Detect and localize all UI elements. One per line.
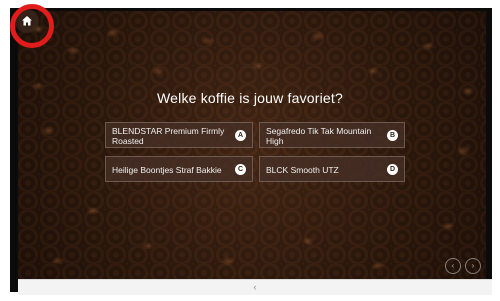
answer-option-b[interactable]: Segafredo Tik Tak Mountain High B — [259, 122, 405, 148]
answer-label: Segafredo Tik Tak Mountain High — [266, 126, 372, 146]
answer-letter-badge: D — [387, 164, 398, 175]
answer-option-a[interactable]: BLENDSTAR Premium Firmly Roasted A — [105, 122, 253, 148]
question-title: Welke koffie is jouw favoriet? — [156, 90, 343, 106]
answer-option-c[interactable]: Heilige Boontjes Straf Bakkie C — [105, 156, 253, 182]
quiz-frame: Welke koffie is jouw favoriet? BLENDSTAR… — [0, 0, 500, 301]
previous-arrow-button[interactable]: ‹ — [445, 258, 461, 274]
answer-letter-badge: A — [235, 130, 246, 141]
answer-letter-badge: B — [387, 130, 398, 141]
next-arrow-button[interactable]: › — [465, 258, 481, 274]
coffee-beans-background — [18, 11, 486, 285]
answer-label: Heilige Boontjes Straf Bakkie — [112, 165, 222, 175]
answer-label: BLCK Smooth UTZ — [266, 165, 339, 175]
answer-label: BLENDSTAR Premium Firmly Roasted — [112, 126, 225, 146]
annotation-highlight-circle — [10, 4, 54, 48]
answer-option-d[interactable]: BLCK Smooth UTZ D — [259, 156, 405, 182]
answer-letter-badge: C — [235, 164, 246, 175]
bottom-collapse-bar[interactable]: ‹ — [18, 279, 492, 295]
quiz-screen — [10, 8, 492, 292]
